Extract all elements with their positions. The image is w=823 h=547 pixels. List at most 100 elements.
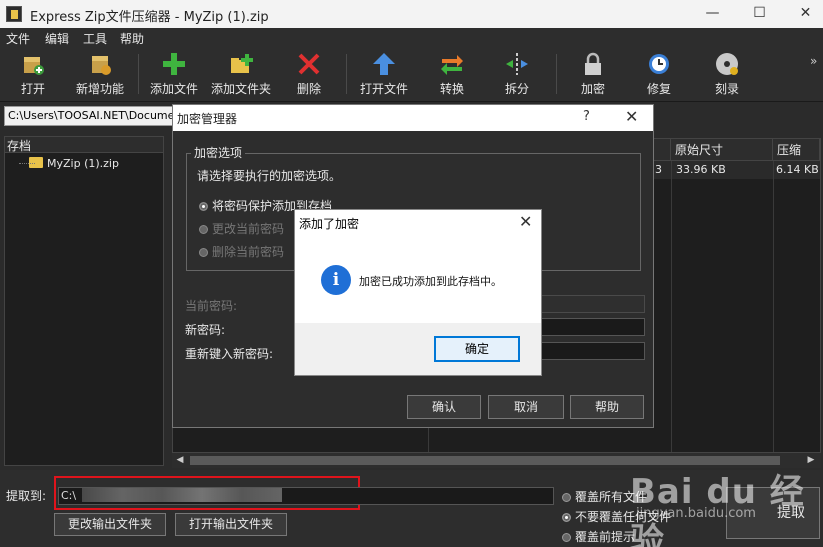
split-icon (506, 53, 528, 75)
column-divider (671, 161, 672, 453)
encrypt-icon (585, 52, 601, 75)
split-button[interactable]: 拆分 (500, 51, 534, 99)
burn-icon (716, 53, 738, 75)
table-cell-compressed: 6.14 KB (776, 163, 819, 176)
add-folder-button[interactable]: 添加文件夹 (208, 51, 274, 99)
open-output-folder-button[interactable]: 打开输出文件夹 (175, 513, 287, 536)
delete-button[interactable]: 删除 (292, 51, 326, 99)
title-bar: Express Zip文件压缩器 - MyZip (1).zip — ☐ ✕ (0, 0, 823, 28)
add-file-button[interactable]: 添加文件 (148, 51, 200, 99)
window-title: Express Zip文件压缩器 - MyZip (1).zip (30, 10, 269, 25)
add-file-icon (163, 53, 185, 75)
options-prompt: 请选择要执行的加密选项。 (197, 169, 342, 183)
scroll-left-icon[interactable]: ◀ (172, 453, 188, 468)
open-archive-button[interactable]: 打开 (14, 51, 52, 99)
info-icon: i (321, 265, 351, 295)
current-password-field[interactable] (539, 295, 645, 313)
toolbar-label: 加密 (580, 82, 605, 96)
confirm-button[interactable]: 确认 (407, 395, 481, 419)
reenter-password-field[interactable] (539, 342, 645, 360)
toolbar-label: 拆分 (504, 82, 529, 96)
new-features-button[interactable]: 新增功能 (72, 51, 128, 99)
cancel-button[interactable]: 取消 (488, 395, 564, 419)
open-file-icon (373, 53, 395, 75)
baidu-watermark: Bai du 经验 jingyan.baidu.com (630, 462, 820, 547)
column-divider (773, 161, 774, 453)
convert-icon (441, 55, 463, 75)
close-button[interactable]: ✕ (783, 0, 823, 28)
new-password-field[interactable] (539, 318, 645, 336)
toolbar-separator (346, 54, 347, 94)
option-label: 删除当前密码 (212, 245, 285, 259)
redacted-path (82, 488, 282, 502)
maximize-button[interactable]: ☐ (737, 0, 782, 28)
dialog-title-bar: 加密管理器 ? ✕ (173, 105, 653, 131)
encryption-added-message-box: 添加了加密 ✕ i 加密已成功添加到此存档中。 确定 (294, 209, 542, 376)
extract-to-label: 提取到: (6, 489, 47, 503)
path-field[interactable]: C:\Users\TOOSAI.NET\Documents (4, 106, 174, 126)
radio-prompt-overwrite[interactable]: 覆盖前提示 (562, 528, 635, 545)
group-title: 加密选项 (191, 144, 246, 161)
open-file-button[interactable]: 打开文件 (356, 51, 412, 99)
burn-button[interactable]: 刻录 (710, 51, 744, 99)
change-output-folder-button[interactable]: 更改输出文件夹 (54, 513, 166, 536)
toolbar: 打开 新增功能 添加文件 添加文件夹 删除 打开文件 转换 拆分 加密 修复 刻… (0, 48, 823, 102)
new-features-icon (92, 56, 111, 75)
menu-file[interactable]: 文件 (6, 30, 30, 47)
toolbar-separator (138, 54, 139, 94)
menu-edit[interactable]: 编辑 (45, 30, 69, 47)
toolbar-label: 修复 (646, 82, 671, 96)
radio-dot (562, 513, 571, 522)
archive-tree-panel: 存档 MyZip (1).zip (4, 136, 164, 466)
close-icon[interactable]: ✕ (519, 212, 532, 231)
toolbar-label: 新增功能 (75, 82, 124, 96)
menu-help[interactable]: 帮助 (120, 30, 144, 47)
message-text: 加密已成功添加到此存档中。 (359, 275, 502, 288)
toolbar-label: 刻录 (714, 82, 739, 96)
option-remove-password[interactable]: 删除当前密码 (199, 243, 284, 260)
toolbar-label: 添加文件夹 (210, 82, 271, 96)
new-password-label: 新密码: (185, 323, 226, 337)
option-label: 更改当前密码 (212, 222, 285, 236)
app-icon (6, 6, 22, 22)
reenter-password-label: 重新键入新密码: (185, 347, 274, 361)
ok-button[interactable]: 确定 (434, 336, 520, 362)
toolbar-overflow-button[interactable]: » (810, 54, 817, 68)
current-password-label: 当前密码: (185, 299, 238, 313)
column-header-compressed[interactable]: 压缩 (773, 139, 820, 161)
radio-label: 覆盖前提示 (575, 530, 636, 544)
close-icon[interactable]: ✕ (625, 107, 638, 126)
table-cell-original-size: 33.96 KB (676, 163, 726, 176)
help-icon[interactable]: ? (583, 109, 590, 124)
radio-dot (562, 533, 571, 542)
repair-icon (649, 54, 669, 74)
repair-button[interactable]: 修复 (642, 51, 676, 99)
radio-dot (199, 225, 208, 234)
menu-tools[interactable]: 工具 (83, 30, 107, 47)
delete-icon (298, 53, 320, 75)
convert-button[interactable]: 转换 (430, 51, 474, 99)
extract-path-highlight: C:\ (54, 476, 554, 510)
dialog-title: 加密管理器 (177, 112, 238, 126)
toolbar-label: 打开文件 (359, 82, 408, 96)
radio-dot (199, 248, 208, 257)
minimize-button[interactable]: — (690, 0, 735, 28)
tree-header: 存档 (5, 137, 163, 153)
tree-node-label: MyZip (1).zip (47, 157, 119, 170)
table-cell-truncated: 3 (655, 163, 662, 176)
watermark-url: jingyan.baidu.com (636, 506, 756, 521)
radio-dot (562, 493, 571, 502)
tree-connector (19, 163, 35, 164)
option-change-password[interactable]: 更改当前密码 (199, 220, 284, 237)
help-button[interactable]: 帮助 (570, 395, 644, 419)
toolbar-label: 打开 (20, 82, 45, 96)
add-folder-icon (231, 54, 253, 73)
open-archive-icon (24, 57, 44, 75)
encrypt-button[interactable]: 加密 (576, 51, 610, 99)
tree-node-archive[interactable]: MyZip (1).zip (15, 157, 119, 170)
toolbar-label: 转换 (439, 82, 464, 96)
column-header-original-size[interactable]: 原始尺寸 (671, 139, 773, 161)
toolbar-label: 删除 (296, 82, 321, 96)
radio-dot (199, 202, 208, 211)
menu-bar: 文件 编辑 工具 帮助 (0, 28, 823, 48)
